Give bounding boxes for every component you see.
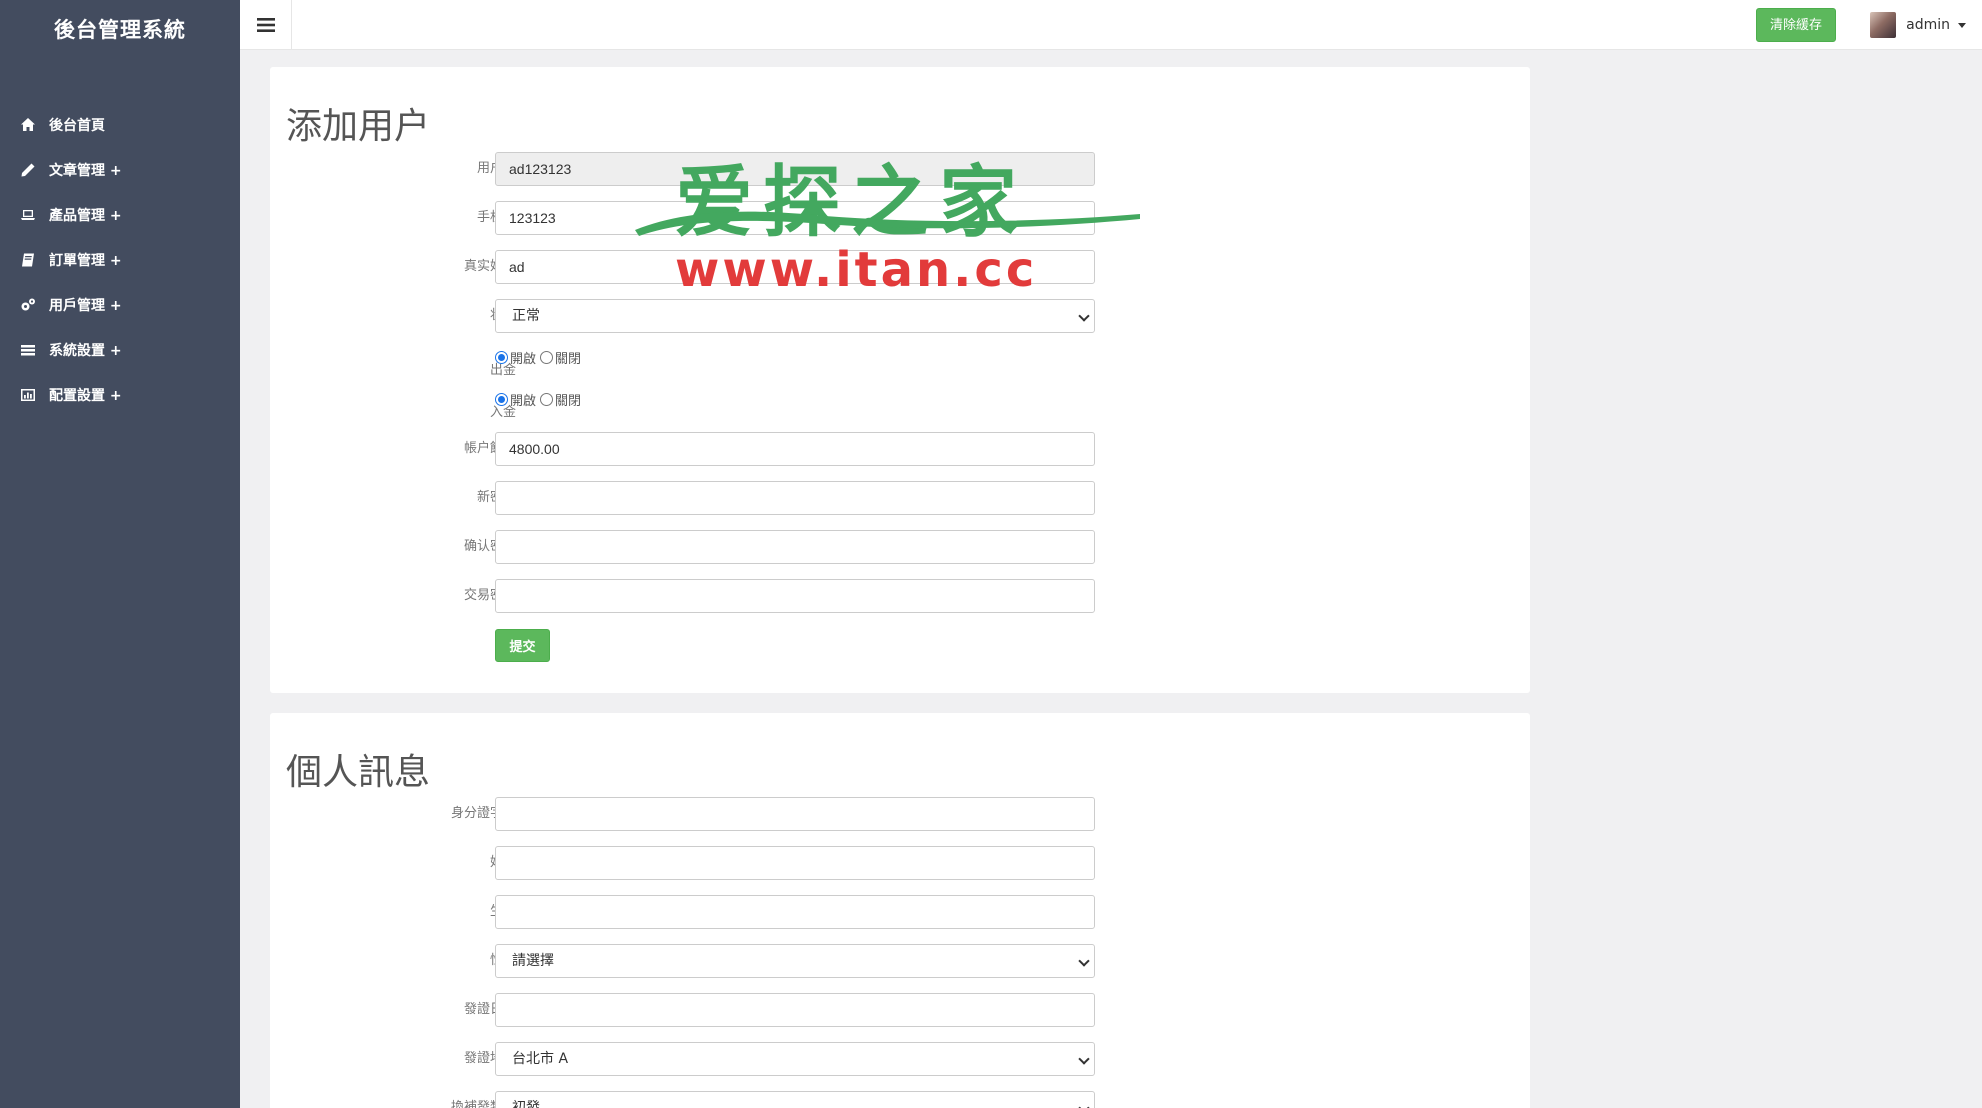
- withdraw-radio-group: 開啟 關閉: [495, 348, 585, 367]
- radio-label: 開啟: [510, 352, 537, 367]
- status-select[interactable]: 正常: [495, 299, 1095, 333]
- clear-cache-button[interactable]: 清除緩存: [1755, 8, 1836, 42]
- personal-info-panel: 個人訊息 身分證字號 姓名 生日 性別 請選擇 發證日期 發證地點 台北市 A …: [270, 713, 1530, 1108]
- balance-input[interactable]: 4800.00: [495, 432, 1095, 466]
- form-row-status: 状态 正常: [270, 299, 1170, 333]
- book-icon: [19, 251, 37, 269]
- issue-place-select[interactable]: 台北市 A: [495, 1042, 1095, 1076]
- sidebar-item-articles[interactable]: 文章管理 +: [0, 147, 240, 192]
- sidebar-item-orders[interactable]: 訂單管理 +: [0, 237, 240, 282]
- confirm-password-input[interactable]: [495, 530, 1095, 564]
- user-menu[interactable]: admin: [1870, 12, 1966, 38]
- form-row-new-password: 新密码: [270, 481, 1170, 515]
- deposit-off-radio[interactable]: [540, 393, 554, 406]
- sidebar-nav: 後台首頁 文章管理 + 產品管理 + 訂單管理 + 用戶管理 + 系統設置 + …: [0, 102, 240, 417]
- form-row-issue-type: 換補發類別 初發: [270, 1091, 1170, 1108]
- radio-label: 關閉: [555, 352, 582, 367]
- form-row-issue-place: 發證地點 台北市 A: [270, 1042, 1170, 1076]
- menu-toggle-button[interactable]: [240, 0, 292, 50]
- sidebar-item-label: 文章管理 +: [49, 162, 122, 179]
- laptop-icon: [19, 206, 37, 224]
- withdraw-on-radio[interactable]: [495, 351, 508, 364]
- section-title: 個人訊息: [286, 752, 431, 793]
- name-input[interactable]: [495, 846, 1095, 880]
- form-row-balance: 帳户餘額 4800.00: [270, 432, 1170, 466]
- chevron-down-icon: [1078, 1102, 1090, 1108]
- sidebar-item-label: 配置設置 +: [49, 387, 122, 404]
- form-row-phone: 手机号 123123: [270, 201, 1170, 235]
- select-value: 初發: [512, 1100, 540, 1108]
- deposit-radio-group: 開啟 關閉: [495, 390, 585, 409]
- gender-select[interactable]: 請選擇: [495, 944, 1095, 978]
- sidebar-item-system[interactable]: 系統設置 +: [0, 327, 240, 372]
- sidebar-item-products[interactable]: 產品管理 +: [0, 192, 240, 237]
- avatar: [1870, 12, 1897, 38]
- sidebar-item-label: 產品管理 +: [49, 207, 122, 224]
- id-number-input[interactable]: [495, 797, 1095, 831]
- realname-input[interactable]: ad: [495, 250, 1095, 284]
- home-icon: [19, 116, 37, 134]
- new-password-input[interactable]: [495, 481, 1095, 515]
- trade-password-input[interactable]: [495, 579, 1095, 613]
- form-row-trade-password: 交易密碼: [270, 579, 1170, 613]
- select-value: 正常: [512, 308, 540, 324]
- form-row-withdraw: 出金 開啟 關閉: [270, 348, 1170, 382]
- sidebar-item-users[interactable]: 用戶管理 +: [0, 282, 240, 327]
- chevron-down-icon: [1078, 1053, 1090, 1065]
- form-row-username: 用户名 ad123123: [270, 152, 1170, 186]
- select-value: 請選擇: [512, 953, 554, 969]
- form-row-name: 姓名: [270, 846, 1170, 880]
- form-row-gender: 性別 請選擇: [270, 944, 1170, 978]
- withdraw-off-radio[interactable]: [540, 351, 554, 364]
- form-row-confirm-password: 确认密码: [270, 530, 1170, 564]
- birthday-input[interactable]: [495, 895, 1095, 929]
- sidebar: 後台管理系統 後台首頁 文章管理 + 產品管理 + 訂單管理 + 用戶管理 + …: [0, 0, 240, 1108]
- user-name: admin: [1906, 17, 1950, 33]
- form-row-id-number: 身分證字號: [270, 797, 1170, 831]
- sidebar-item-label: 系統設置 +: [49, 342, 122, 359]
- issue-type-select[interactable]: 初發: [495, 1091, 1095, 1108]
- sidebar-item-config[interactable]: 配置設置 +: [0, 372, 240, 417]
- sidebar-item-label: 訂單管理 +: [49, 252, 122, 269]
- submit-button[interactable]: 提交: [495, 629, 550, 662]
- gears-icon: [19, 296, 37, 314]
- sidebar-item-home[interactable]: 後台首頁: [0, 102, 240, 147]
- form-row-realname: 真实姓名 ad: [270, 250, 1170, 284]
- add-user-panel: 添加用户 用户名 ad123123 手机号 123123 真实姓名 ad 状态 …: [270, 67, 1530, 693]
- phone-input[interactable]: 123123: [495, 201, 1095, 235]
- page-title: 添加用户: [286, 106, 431, 147]
- form-row-deposit: 入金 開啟 關閉: [270, 390, 1170, 424]
- chevron-down-icon: [1078, 310, 1090, 322]
- sidebar-item-label: 後台首頁: [49, 117, 105, 134]
- bar-chart-icon: [19, 386, 37, 404]
- list-icon: [19, 341, 37, 359]
- username-input[interactable]: ad123123: [495, 152, 1095, 186]
- select-value: 台北市 A: [512, 1051, 569, 1067]
- radio-label: 關閉: [555, 394, 582, 409]
- brand-title: 後台管理系統: [54, 18, 186, 42]
- topbar: 清除緩存 admin: [240, 0, 1982, 50]
- sidebar-item-label: 用戶管理 +: [49, 297, 122, 314]
- form-row-birthday: 生日: [270, 895, 1170, 929]
- form-row-issue-date: 發證日期: [270, 993, 1170, 1027]
- radio-label: 開啟: [510, 394, 537, 409]
- issue-date-input[interactable]: [495, 993, 1095, 1027]
- caret-down-icon: [1958, 22, 1966, 28]
- chevron-down-icon: [1078, 955, 1090, 967]
- deposit-on-radio[interactable]: [495, 393, 508, 406]
- hamburger-icon: [256, 18, 275, 32]
- pencil-icon: [19, 161, 37, 179]
